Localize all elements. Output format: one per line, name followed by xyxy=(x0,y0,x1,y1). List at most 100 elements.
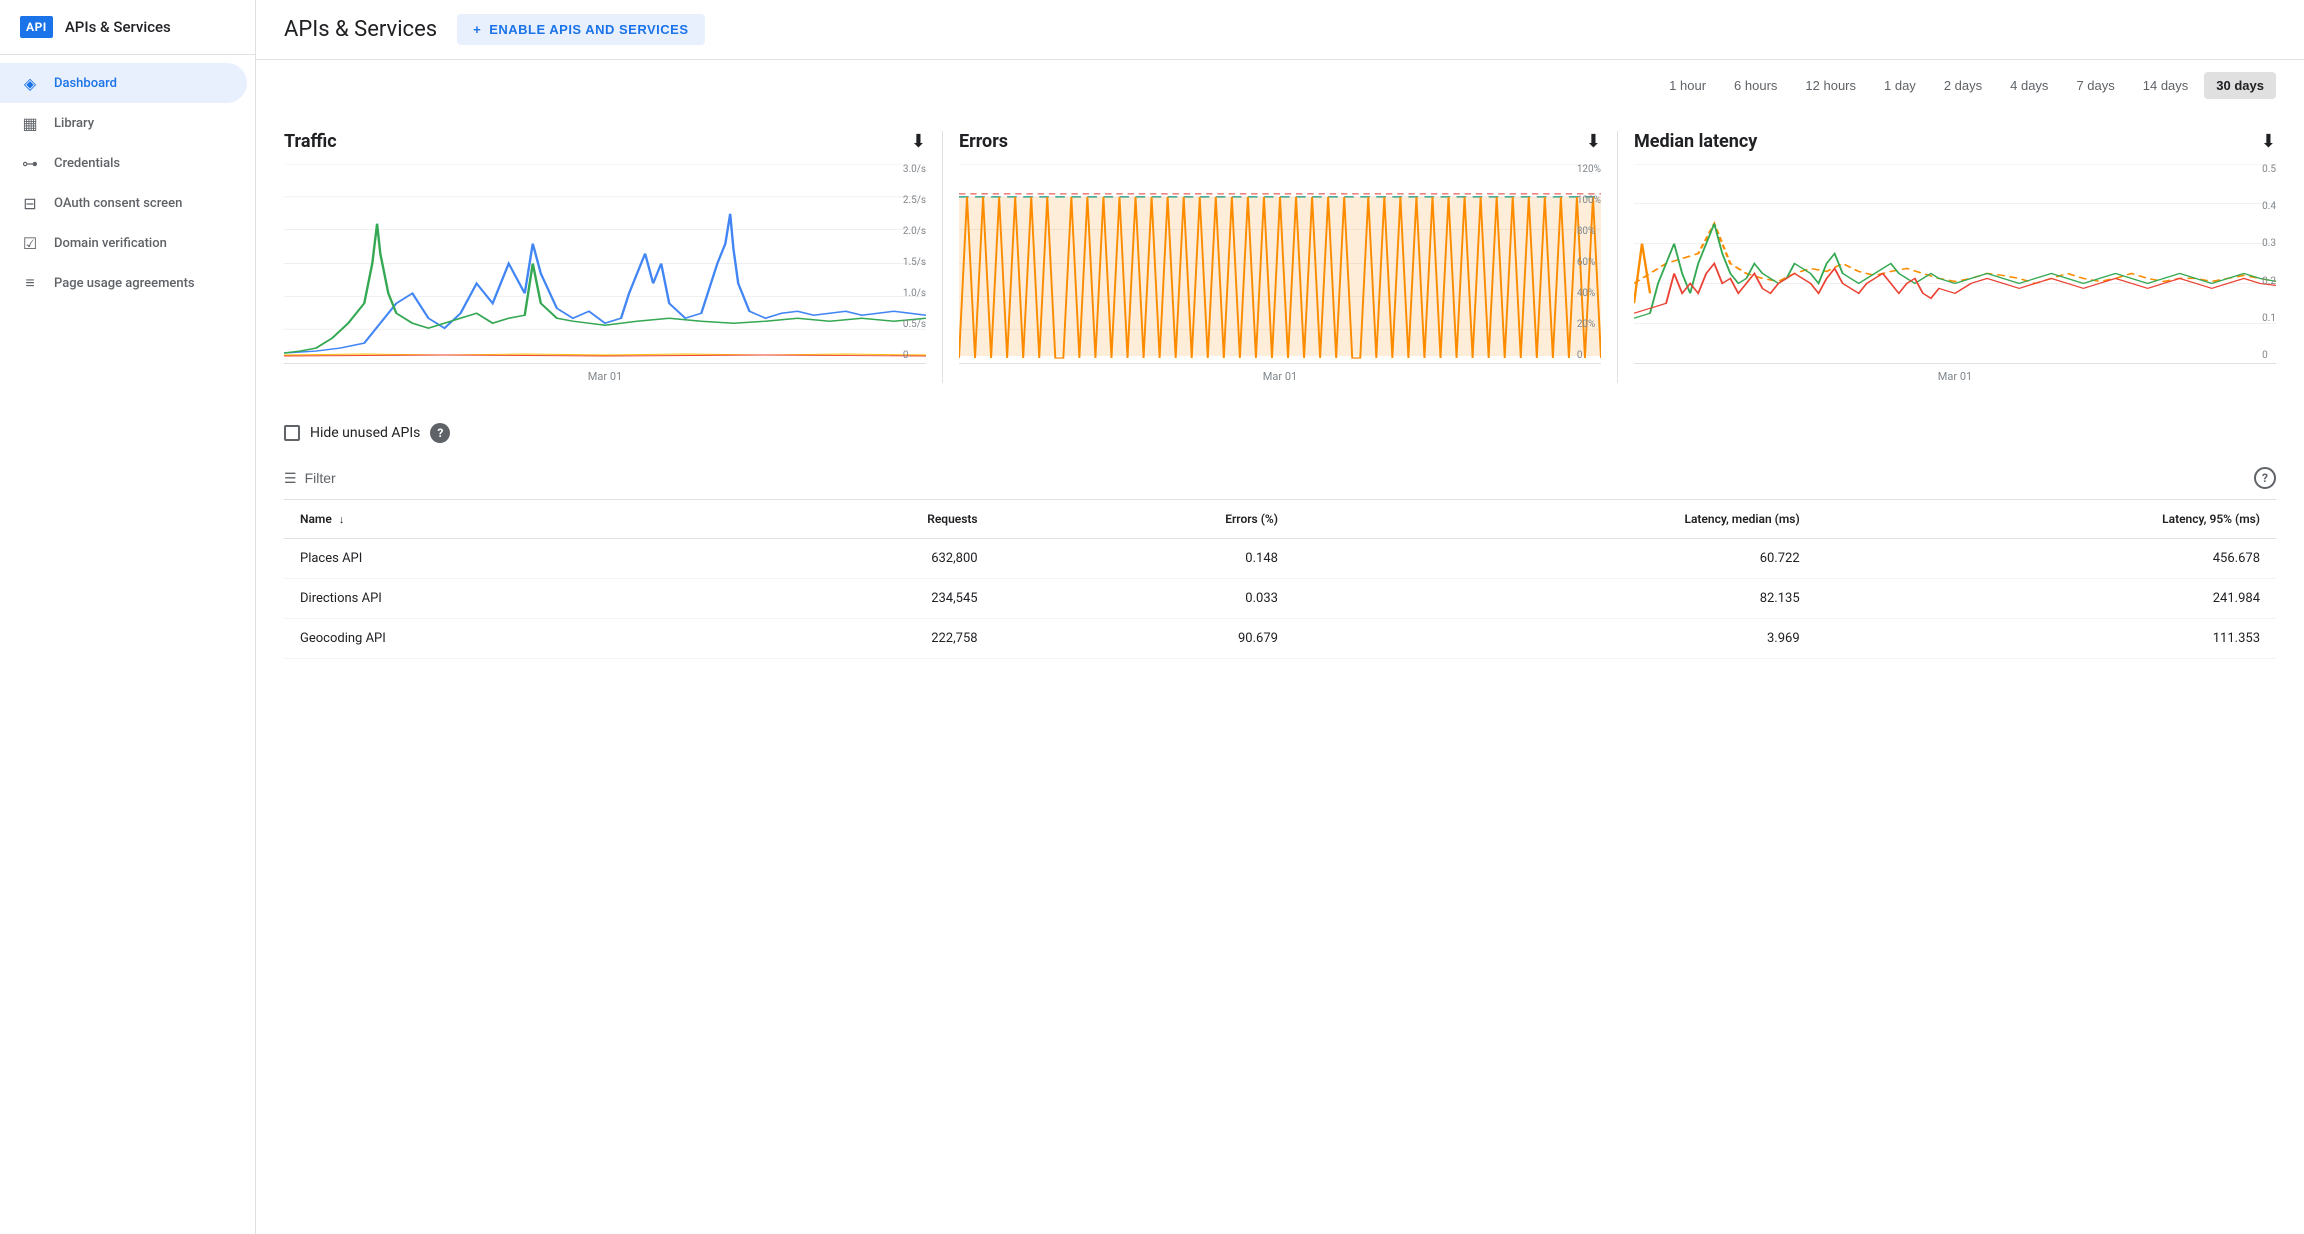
sidebar-app-title: APIs & Services xyxy=(65,18,171,36)
cell-latency-median: 3.969 xyxy=(1294,619,1816,659)
time-btn-7d[interactable]: 7 days xyxy=(2064,72,2126,99)
time-btn-12h[interactable]: 12 hours xyxy=(1793,72,1868,99)
col-requests[interactable]: Requests xyxy=(702,500,994,539)
traffic-chart-svg xyxy=(284,164,926,363)
latency-chart-container: Median latency ⬇ xyxy=(1618,131,2276,383)
nav-icon-dashboard: ◈ xyxy=(20,73,40,93)
nav-icon-credentials: ⊶ xyxy=(20,153,40,173)
time-btn-4d[interactable]: 4 days xyxy=(1998,72,2060,99)
nav-icon-domain: ☑ xyxy=(20,233,40,253)
filter-button[interactable]: ☰ Filter xyxy=(284,470,336,487)
cell-requests: 234,545 xyxy=(702,579,994,619)
cell-errors: 90.679 xyxy=(994,619,1294,659)
api-table: Name ↓ Requests Errors (%) Latency, medi… xyxy=(284,500,2276,659)
latency-y-axis: 0.50.40.30.20.10 xyxy=(2262,164,2276,363)
sort-icon: ↓ xyxy=(339,513,345,526)
cell-name: Places API xyxy=(284,539,702,579)
cell-latency-95: 111.353 xyxy=(1816,619,2276,659)
table-row: Geocoding API 222,758 90.679 3.969 111.3… xyxy=(284,619,2276,659)
col-name[interactable]: Name ↓ xyxy=(284,500,702,539)
col-errors[interactable]: Errors (%) xyxy=(994,500,1294,539)
filter-label: Filter xyxy=(305,470,336,486)
time-btn-6h[interactable]: 6 hours xyxy=(1722,72,1789,99)
time-btn-30d[interactable]: 30 days xyxy=(2204,72,2276,99)
nav-label-library: Library xyxy=(54,116,94,131)
traffic-chart-title: Traffic xyxy=(284,131,337,152)
latency-x-label: Mar 01 xyxy=(1634,370,2276,383)
col-latency-95[interactable]: Latency, 95% (ms) xyxy=(1816,500,2276,539)
enable-apis-button[interactable]: + ENABLE APIS AND SERVICES xyxy=(457,14,704,45)
nav-icon-page-usage: ≡ xyxy=(20,273,40,293)
sidebar-item-domain[interactable]: ☑ Domain verification xyxy=(0,223,247,263)
table-header-row: Name ↓ Requests Errors (%) Latency, medi… xyxy=(284,500,2276,539)
errors-chart-area: 120%100%80%60%40%20%0 xyxy=(959,164,1601,364)
main-header: APIs & Services + ENABLE APIS AND SERVIC… xyxy=(256,0,2304,60)
hide-unused-section: Hide unused APIs ? xyxy=(256,403,2304,457)
traffic-chart-area: 3.0/s2.5/s2.0/s1.5/s1.0/s0.5/s0 xyxy=(284,164,926,364)
cell-errors: 0.148 xyxy=(994,539,1294,579)
cell-requests: 632,800 xyxy=(702,539,994,579)
cell-name: Geocoding API xyxy=(284,619,702,659)
time-range-bar: 1 hour6 hours12 hours1 day2 days4 days7 … xyxy=(256,60,2304,111)
table-row: Directions API 234,545 0.033 82.135 241.… xyxy=(284,579,2276,619)
sidebar-nav: ◈ Dashboard ▦ Library ⊶ Credentials ⊟ OA… xyxy=(0,55,255,1234)
table-toolbar: ☰ Filter ? xyxy=(284,457,2276,500)
traffic-chart-header: Traffic ⬇ xyxy=(284,131,926,152)
errors-chart-svg xyxy=(959,164,1601,363)
errors-chart-container: Errors ⬇ xyxy=(943,131,1617,383)
latency-chart-svg xyxy=(1634,164,2276,363)
traffic-chart-container: Traffic ⬇ xyxy=(284,131,942,383)
table-body: Places API 632,800 0.148 60.722 456.678 … xyxy=(284,539,2276,659)
nav-label-oauth: OAuth consent screen xyxy=(54,196,182,211)
errors-chart-title: Errors xyxy=(959,131,1008,152)
sidebar-logo: API APIs & Services xyxy=(0,0,255,55)
sidebar: API APIs & Services ◈ Dashboard ▦ Librar… xyxy=(0,0,256,1234)
cell-latency-median: 82.135 xyxy=(1294,579,1816,619)
latency-download-icon[interactable]: ⬇ xyxy=(2261,131,2276,152)
enable-plus-icon: + xyxy=(473,22,481,37)
sidebar-item-library[interactable]: ▦ Library xyxy=(0,103,247,143)
latency-chart-title: Median latency xyxy=(1634,131,1757,152)
latency-chart-header: Median latency ⬇ xyxy=(1634,131,2276,152)
errors-download-icon[interactable]: ⬇ xyxy=(1586,131,1601,152)
errors-y-axis: 120%100%80%60%40%20%0 xyxy=(1577,164,1601,363)
cell-latency-95: 241.984 xyxy=(1816,579,2276,619)
hide-unused-checkbox[interactable] xyxy=(284,425,300,441)
cell-latency-95: 456.678 xyxy=(1816,539,2276,579)
cell-latency-median: 60.722 xyxy=(1294,539,1816,579)
main-content: APIs & Services + ENABLE APIS AND SERVIC… xyxy=(256,0,2304,1234)
time-btn-2d[interactable]: 2 days xyxy=(1932,72,1994,99)
latency-chart-area: 0.50.40.30.20.10 xyxy=(1634,164,2276,364)
table-help-icon[interactable]: ? xyxy=(2254,467,2276,489)
api-logo-badge: API xyxy=(20,16,53,38)
table-section: ☰ Filter ? Name ↓ Requests Errors (%) La… xyxy=(256,457,2304,687)
sidebar-item-page-usage[interactable]: ≡ Page usage agreements xyxy=(0,263,247,303)
charts-section: Traffic ⬇ xyxy=(256,111,2304,403)
errors-chart-header: Errors ⬇ xyxy=(959,131,1601,152)
enable-button-label: ENABLE APIS AND SERVICES xyxy=(489,22,688,37)
time-btn-14d[interactable]: 14 days xyxy=(2131,72,2201,99)
errors-x-label: Mar 01 xyxy=(959,370,1601,383)
nav-label-domain: Domain verification xyxy=(54,236,167,251)
cell-errors: 0.033 xyxy=(994,579,1294,619)
sidebar-item-credentials[interactable]: ⊶ Credentials xyxy=(0,143,247,183)
traffic-x-label: Mar 01 xyxy=(284,370,926,383)
sidebar-item-oauth[interactable]: ⊟ OAuth consent screen xyxy=(0,183,247,223)
time-btn-1h[interactable]: 1 hour xyxy=(1657,72,1718,99)
cell-name: Directions API xyxy=(284,579,702,619)
filter-icon: ☰ xyxy=(284,470,297,487)
col-latency-median[interactable]: Latency, median (ms) xyxy=(1294,500,1816,539)
traffic-download-icon[interactable]: ⬇ xyxy=(911,131,926,152)
cell-requests: 222,758 xyxy=(702,619,994,659)
page-title: APIs & Services xyxy=(284,17,437,42)
table-row: Places API 632,800 0.148 60.722 456.678 xyxy=(284,539,2276,579)
nav-label-page-usage: Page usage agreements xyxy=(54,276,195,291)
hide-unused-help-icon[interactable]: ? xyxy=(430,423,450,443)
traffic-y-axis: 3.0/s2.5/s2.0/s1.5/s1.0/s0.5/s0 xyxy=(903,164,926,363)
nav-icon-oauth: ⊟ xyxy=(20,193,40,213)
hide-unused-label: Hide unused APIs xyxy=(310,425,420,441)
nav-icon-library: ▦ xyxy=(20,113,40,133)
sidebar-item-dashboard[interactable]: ◈ Dashboard xyxy=(0,63,247,103)
time-btn-1d[interactable]: 1 day xyxy=(1872,72,1928,99)
table-header: Name ↓ Requests Errors (%) Latency, medi… xyxy=(284,500,2276,539)
